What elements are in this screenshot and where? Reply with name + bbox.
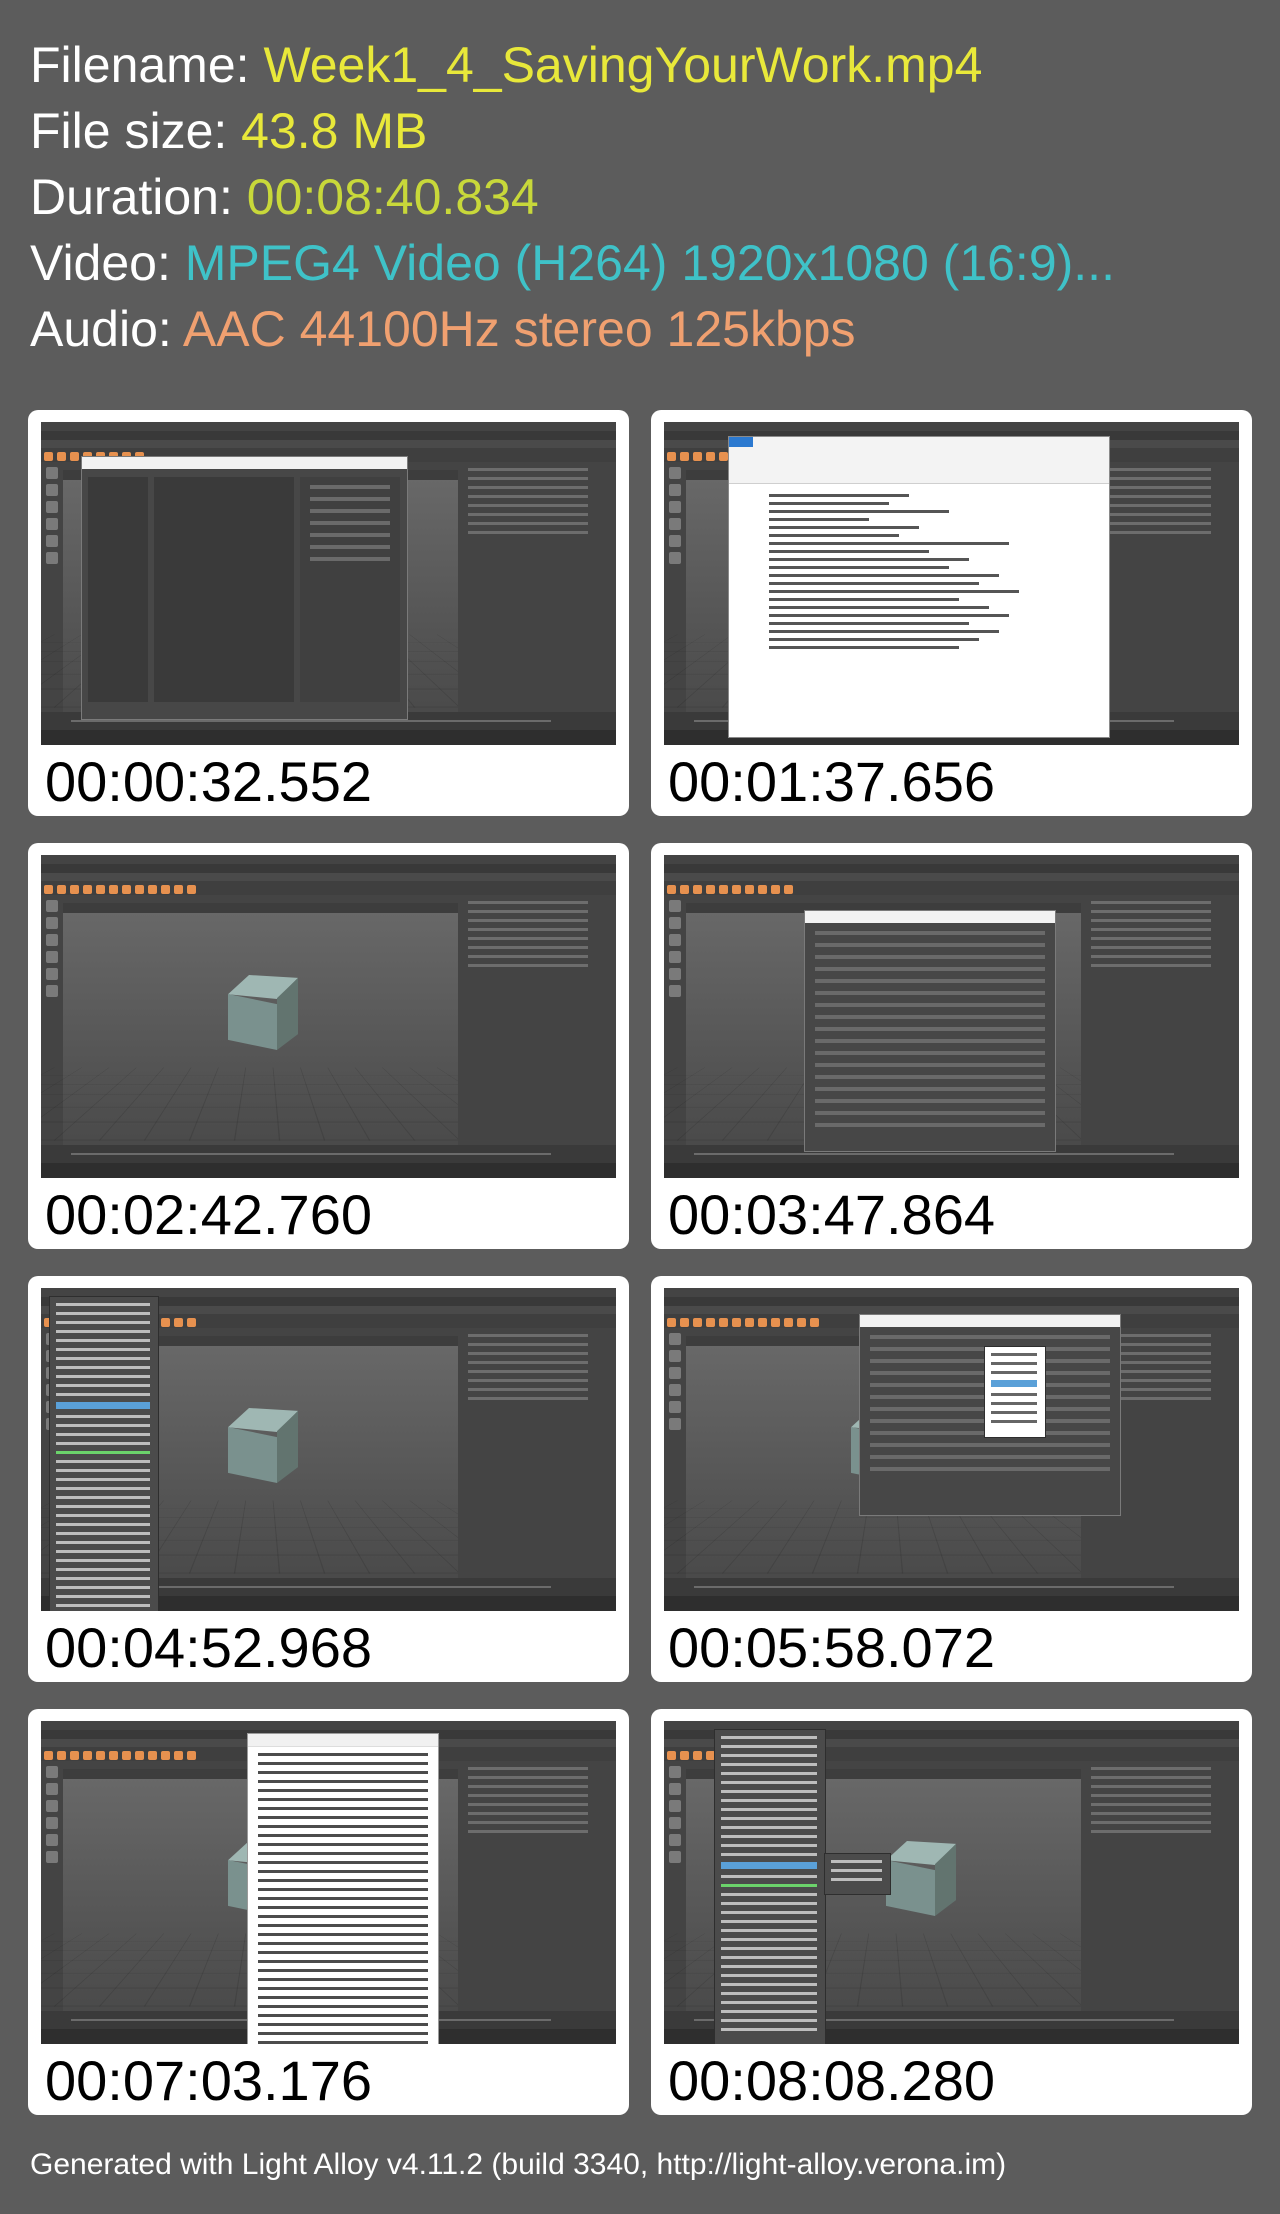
video-label: Video: — [30, 235, 171, 291]
duration-value: 00:08:40.834 — [246, 169, 539, 225]
maya-status-line — [664, 864, 1239, 873]
video-frame — [664, 855, 1239, 1178]
maya-status-line — [664, 1297, 1239, 1306]
thumbnail-timestamp: 00:07:03.176 — [45, 2049, 372, 2112]
video-frame — [664, 422, 1239, 745]
video-frame — [41, 1288, 616, 1611]
plugin-manager-window — [247, 1733, 439, 2044]
video-frame — [41, 1721, 616, 2044]
filesize-value: 43.8 MB — [241, 103, 428, 159]
maya-channel-box — [458, 1328, 616, 1578]
thumbnail-timestamp: 00:03:47.864 — [668, 1183, 995, 1246]
send-to-submenu — [824, 1853, 891, 1895]
maya-menubar — [664, 422, 1239, 435]
thumbnail-timestamp: 00:02:42.760 — [45, 1183, 372, 1246]
maya-command-line — [41, 730, 616, 745]
thumbnail-card[interactable]: 00:02:42.760 — [28, 843, 629, 1249]
video-value: MPEG4 Video (H264) 1920x1080 (16:9)... — [184, 235, 1115, 291]
maya-menubar — [41, 1721, 616, 1734]
maya-channel-box — [458, 1761, 616, 2011]
maya-viewport — [41, 895, 608, 1145]
thumbnail-timestamp: 00:00:32.552 — [45, 750, 372, 813]
thumbnail-card[interactable]: 00:03:47.864 — [651, 843, 1252, 1249]
maya-command-line — [41, 1163, 616, 1178]
video-frame — [41, 855, 616, 1178]
filesize-label: File size: — [30, 103, 228, 159]
thumbnail-timestamp: 00:01:37.656 — [668, 750, 995, 813]
cube-object — [886, 1841, 956, 1916]
filename-label: Filename: — [30, 37, 250, 93]
thumbnail-card[interactable]: 00:01:37.656 — [651, 410, 1252, 816]
maya-status-line — [41, 431, 616, 440]
maya-menubar — [664, 855, 1239, 868]
maya-time-slider — [41, 1145, 616, 1163]
maya-time-slider — [664, 1578, 1239, 1596]
save-as-dialog — [81, 456, 408, 720]
thumbnail-timestamp: 00:05:58.072 — [668, 1616, 995, 1679]
project-window-dialog — [804, 910, 1056, 1152]
thumbnail-timestamp: 00:08:08.280 — [668, 2049, 995, 2112]
maya-shelf — [664, 881, 1239, 895]
maya-menubar — [41, 855, 616, 868]
wordpad-window — [728, 436, 1110, 738]
maya-command-line — [664, 1163, 1239, 1178]
filesize-line: File size: 43.8 MB — [30, 98, 1115, 164]
video-frame — [664, 1721, 1239, 2044]
footer-credit: Generated with Light Alloy v4.11.2 (buil… — [30, 2148, 1007, 2181]
maya-shelf — [41, 881, 616, 895]
maya-command-line — [664, 1596, 1239, 1611]
file-type-dropdown — [984, 1346, 1046, 1438]
audio-value: AAC 44100Hz stereo 125kbps — [182, 301, 856, 357]
thumbnail-card[interactable]: 00:07:03.176 — [28, 1709, 629, 2115]
thumbnail-card[interactable]: 00:04:52.968 — [28, 1276, 629, 1682]
maya-menubar — [41, 422, 616, 435]
maya-menubar — [664, 1288, 1239, 1301]
maya-channel-box — [1081, 895, 1239, 1145]
cube-object — [228, 1408, 298, 1483]
maya-channel-box — [458, 462, 616, 712]
maya-channel-box — [458, 895, 616, 1145]
video-frame — [664, 1288, 1239, 1611]
filename-value: Week1_4_SavingYourWork.mp4 — [263, 37, 983, 93]
maya-shelf-tabs — [41, 873, 616, 881]
duration-line: Duration: 00:08:40.834 — [30, 164, 1115, 230]
video-frame — [41, 422, 616, 745]
maya-channel-box — [1081, 1761, 1239, 2011]
filename-line: Filename: Week1_4_SavingYourWork.mp4 — [30, 32, 1115, 98]
maya-status-line — [41, 864, 616, 873]
audio-label: Audio: — [30, 301, 172, 357]
maya-shelf-tabs — [41, 440, 616, 448]
maya-shelf-tabs — [664, 873, 1239, 881]
file-info: Filename: Week1_4_SavingYourWork.mp4 Fil… — [30, 32, 1115, 362]
thumbnail-card[interactable]: 00:05:58.072 — [651, 1276, 1252, 1682]
file-menu-dropdown — [49, 1296, 159, 1611]
audio-line: Audio: AAC 44100Hz stereo 125kbps — [30, 296, 1115, 362]
cube-object — [228, 975, 298, 1050]
video-line: Video: MPEG4 Video (H264) 1920x1080 (16:… — [30, 230, 1115, 296]
file-menu-dropdown — [714, 1729, 826, 2044]
duration-label: Duration: — [30, 169, 233, 225]
maya-shelf-tabs — [664, 1306, 1239, 1314]
thumbnail-timestamp: 00:04:52.968 — [45, 1616, 372, 1679]
thumbnail-card[interactable]: 00:08:08.280 — [651, 1709, 1252, 2115]
thumbnail-card[interactable]: 00:00:32.552 — [28, 410, 629, 816]
